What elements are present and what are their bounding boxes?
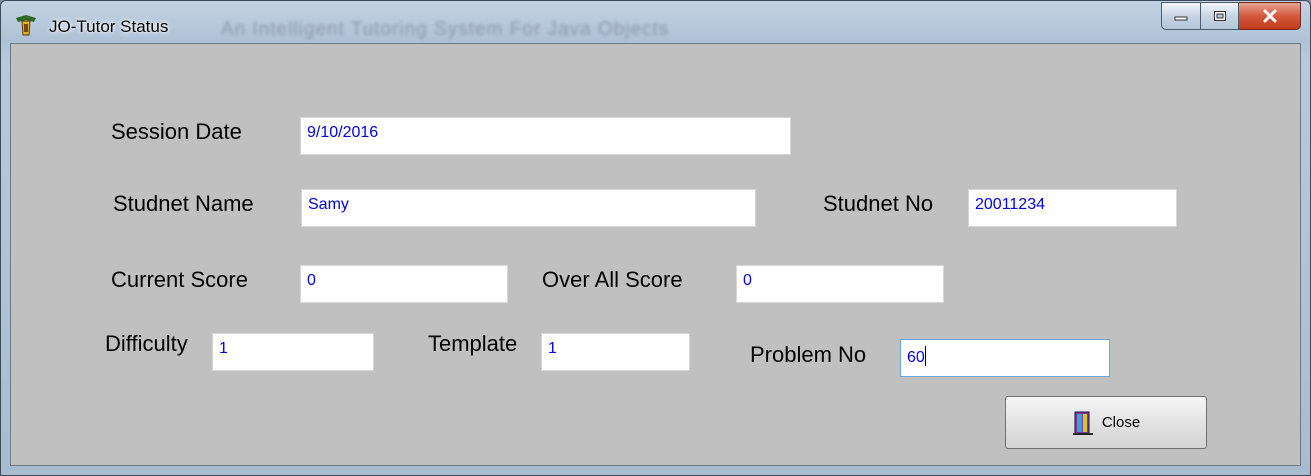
exit-door-icon [1072,411,1093,435]
caption-buttons [1161,2,1301,32]
problem-no-value: 60 [907,349,925,366]
difficulty-field[interactable]: 1 [212,333,374,371]
overall-score-field[interactable]: 0 [736,265,944,303]
student-no-label: Studnet No [823,191,934,216]
maximize-button[interactable] [1201,2,1239,30]
problem-no-label: Problem No [750,342,867,367]
overall-score-label: Over All Score [542,267,683,292]
maximize-icon [1213,11,1226,21]
status-window: JO-Tutor Status An Intelligent Tutoring … [0,0,1311,476]
current-score-field[interactable]: 0 [300,265,508,303]
student-name-field[interactable]: Samy [301,189,756,227]
student-name-label: Studnet Name [113,191,254,216]
form-area: Session Date 9/10/2016 Studnet Name Samy… [10,43,1301,466]
app-icon[interactable] [13,13,39,37]
problem-no-field[interactable]: 60 [900,339,1110,377]
close-icon [1263,9,1276,23]
window-close-button[interactable] [1239,2,1301,30]
background-window-title: An Intelligent Tutoring System For Java … [221,19,670,40]
template-label: Template [428,331,518,356]
close-button[interactable]: Close [1005,396,1207,449]
template-field[interactable]: 1 [541,333,690,371]
difficulty-label: Difficulty [105,331,188,356]
minimize-icon [1174,16,1188,21]
title-bar[interactable]: JO-Tutor Status An Intelligent Tutoring … [1,1,1310,43]
minimize-button[interactable] [1161,2,1201,30]
close-button-label: Close [1101,414,1141,431]
session-date-field[interactable]: 9/10/2016 [300,117,791,155]
session-date-label: Session Date [111,119,242,144]
student-no-field[interactable]: 20011234 [968,189,1177,227]
current-score-label: Current Score [111,267,248,292]
text-caret [924,346,926,366]
window-title: JO-Tutor Status [49,17,169,36]
